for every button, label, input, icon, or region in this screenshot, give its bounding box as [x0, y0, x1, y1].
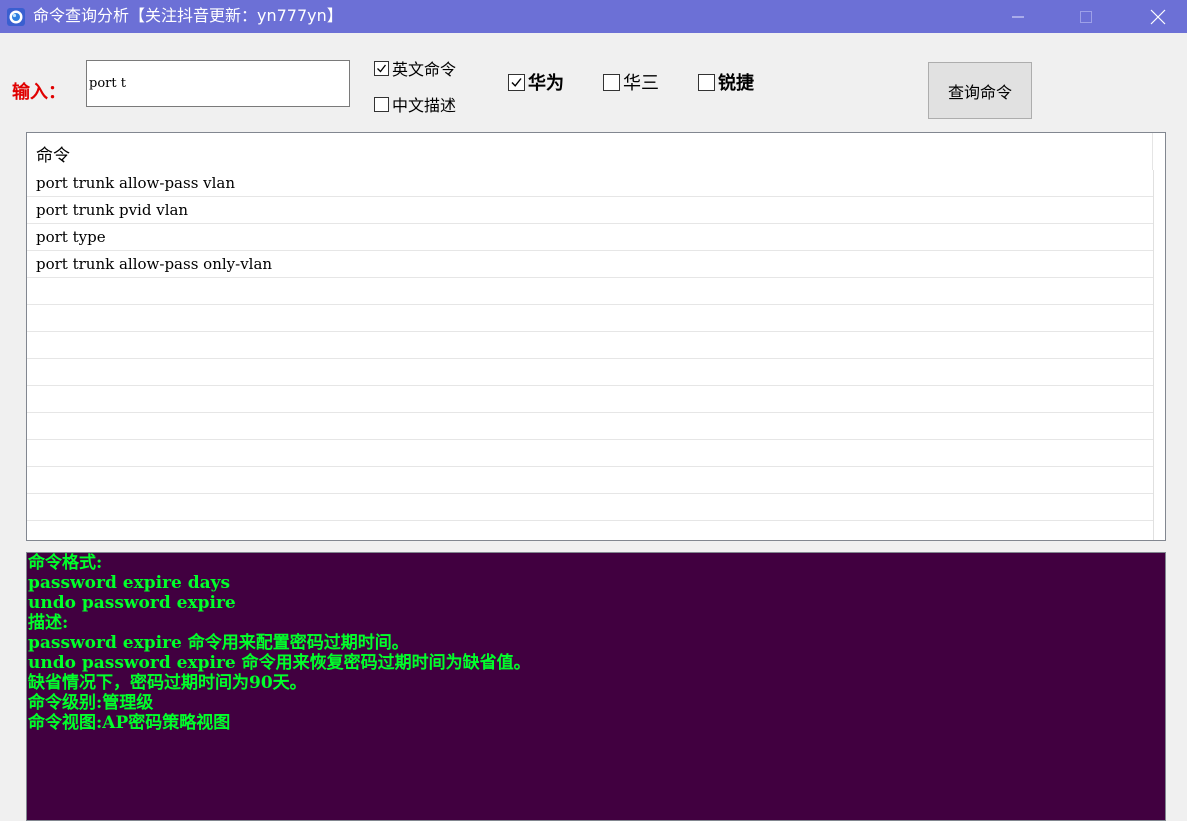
table-row[interactable] [27, 521, 1153, 540]
vendor-huawei-label: 华为 [528, 73, 564, 94]
table-row[interactable]: port trunk allow-pass only-vlan [27, 251, 1153, 278]
checkbox-checked-icon [508, 73, 525, 91]
table-row[interactable]: port trunk allow-pass vlan [27, 170, 1153, 197]
vendor-ruijie-checkbox[interactable]: 锐捷 [698, 69, 754, 95]
vendor-h3c-checkbox[interactable]: 华三 [603, 69, 659, 95]
minimize-button[interactable] [995, 0, 1041, 33]
checkbox-checked-icon [374, 60, 389, 76]
table-row[interactable] [27, 278, 1153, 305]
table-row[interactable] [27, 467, 1153, 494]
detail-line: undo password expire 命令用来恢复密码过期时间为缺省值。 [28, 653, 531, 673]
vendor-h3c-label: 华三 [623, 73, 659, 94]
table-row[interactable] [27, 494, 1153, 521]
close-icon [1150, 9, 1166, 24]
table-row[interactable] [27, 386, 1153, 413]
vendor-ruijie-label: 锐捷 [718, 73, 754, 94]
table-row[interactable] [27, 440, 1153, 467]
column-header-command[interactable]: 命令 [27, 133, 1153, 170]
checkbox-unchecked-icon [698, 73, 715, 91]
checkbox-unchecked-icon [603, 73, 620, 91]
command-detail-panel[interactable]: 命令格式: password expire days undo password… [26, 552, 1166, 821]
close-button[interactable] [1135, 0, 1181, 33]
table-row[interactable] [27, 413, 1153, 440]
detail-line: 命令视图:AP密码策略视图 [28, 713, 231, 733]
table-row[interactable] [27, 332, 1153, 359]
table-row[interactable] [27, 359, 1153, 386]
detail-line: 缺省情况下，密码过期时间为90天。 [28, 673, 307, 693]
detail-line: password expire days [28, 573, 231, 593]
results-list[interactable]: 命令 port trunk allow-pass vlan port trunk… [26, 132, 1166, 541]
column-divider [1153, 170, 1154, 540]
query-command-button[interactable]: 查询命令 [928, 62, 1032, 119]
results-rows: port trunk allow-pass vlan port trunk pv… [27, 170, 1153, 540]
vendor-huawei-checkbox[interactable]: 华为 [508, 69, 564, 95]
chinese-desc-checkbox[interactable]: 中文描述 [374, 92, 456, 116]
column-header-label: 命令 [36, 146, 70, 166]
minimize-icon [1012, 16, 1024, 17]
chinese-desc-label: 中文描述 [392, 96, 457, 115]
detail-line: 命令级别:管理级 [28, 693, 154, 713]
search-input[interactable] [86, 60, 350, 107]
title-bar[interactable]: 命令查询分析【关注抖音更新：yn777yn】 [0, 0, 1187, 33]
detail-line: undo password expire [28, 593, 236, 613]
input-label: 输入： [12, 82, 66, 103]
english-command-label: 英文命令 [392, 60, 457, 79]
window-title: 命令查询分析【关注抖音更新：yn777yn】 [33, 6, 343, 25]
english-command-checkbox[interactable]: 英文命令 [374, 56, 456, 80]
detail-line: 命令格式: [28, 553, 103, 573]
app-globe-icon [7, 8, 25, 26]
table-row[interactable]: port type [27, 224, 1153, 251]
table-row[interactable] [27, 305, 1153, 332]
maximize-icon [1080, 10, 1092, 23]
detail-line: password expire 命令用来配置密码过期时间。 [28, 633, 409, 653]
app-window: 命令查询分析【关注抖音更新：yn777yn】 输入： 英文命令 中文描述 华为 … [0, 0, 1187, 821]
maximize-button[interactable] [1063, 0, 1109, 33]
detail-line: 描述: [28, 613, 69, 633]
checkbox-unchecked-icon [374, 96, 389, 112]
table-row[interactable]: port trunk pvid vlan [27, 197, 1153, 224]
